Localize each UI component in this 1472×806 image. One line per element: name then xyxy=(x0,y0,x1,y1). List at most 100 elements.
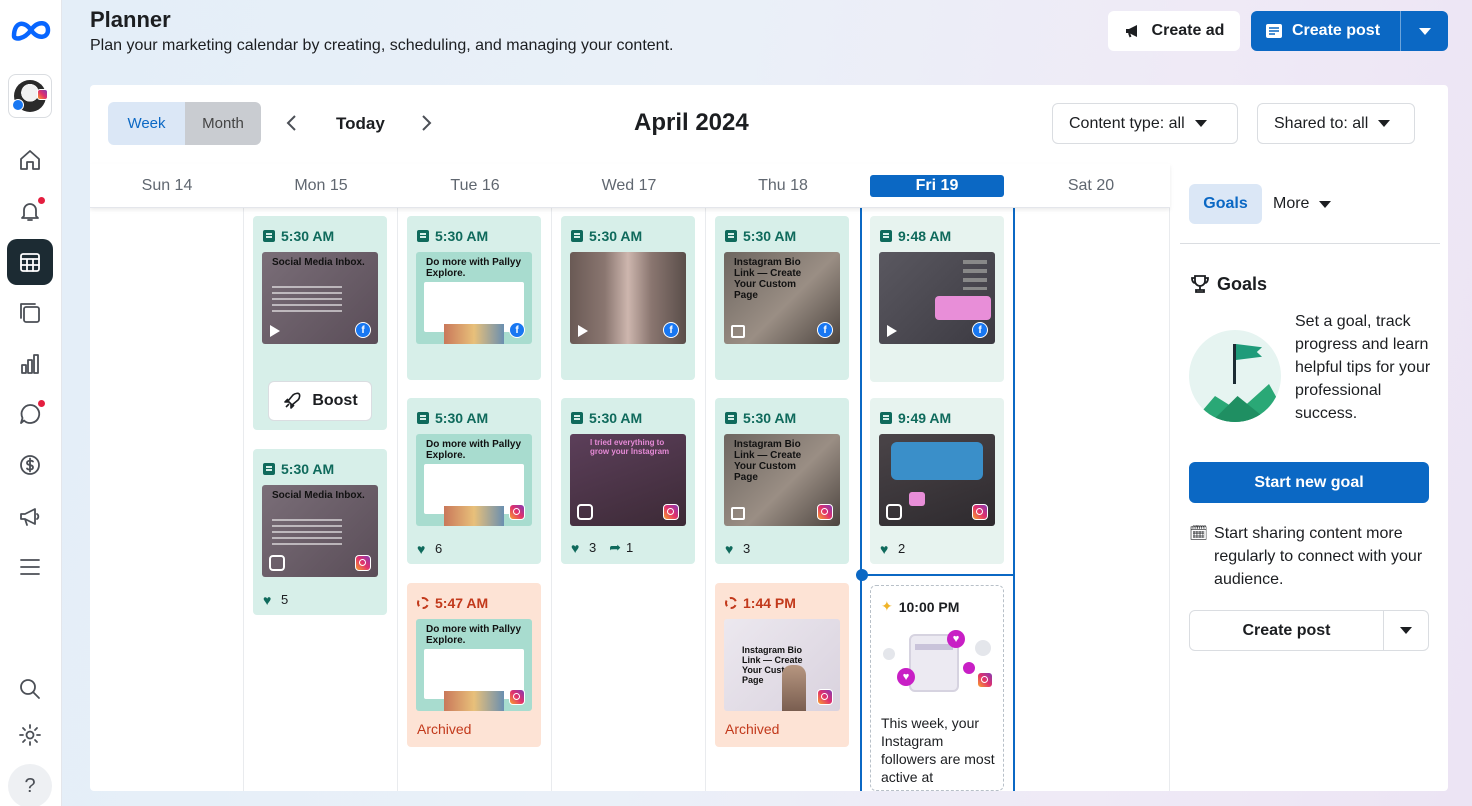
sidebar-create-post-button[interactable]: Create post xyxy=(1190,611,1384,650)
create-ad-button[interactable]: Create ad xyxy=(1108,11,1240,51)
day-header-mon[interactable]: Mon 15 xyxy=(244,164,398,208)
account-avatar[interactable] xyxy=(8,74,52,118)
like-count: 3 xyxy=(589,540,597,555)
post-time: 5:30 AM xyxy=(281,228,335,244)
planner-calendar-icon[interactable] xyxy=(7,239,53,285)
post-thumbnail: Do more with Pallyy Explore. f xyxy=(416,252,532,344)
previous-week-arrow-icon[interactable] xyxy=(280,111,304,135)
share-count: 1 xyxy=(625,540,634,555)
post-thumbnail: Social Media Inbox. xyxy=(262,485,378,577)
like-heart-icon: ♥ xyxy=(417,540,426,557)
like-count: 3 xyxy=(743,541,751,556)
post-time: 1:44 PM xyxy=(743,595,796,611)
reel-icon xyxy=(577,504,593,520)
insight-text: This week, your Instagram followers are … xyxy=(881,715,995,785)
create-post-dropdown-button[interactable] xyxy=(1401,11,1448,51)
day-header-fri-today[interactable]: Fri 19 xyxy=(860,164,1014,208)
shared-to-filter[interactable]: Shared to: all xyxy=(1257,103,1415,144)
like-count: 6 xyxy=(435,541,443,556)
post-card-thu-3-archived[interactable]: 1:44 PM Instagram Bio Link — Create Your… xyxy=(715,583,849,747)
boost-button[interactable]: Boost xyxy=(268,381,372,421)
post-thumbnail: Do more with Pallyy Explore. xyxy=(416,434,532,526)
post-icon xyxy=(417,412,429,424)
meta-logo[interactable] xyxy=(10,16,52,44)
ads-megaphone-icon[interactable] xyxy=(7,493,53,539)
month-title: April 2024 xyxy=(634,109,749,136)
day-header-thu[interactable]: Thu 18 xyxy=(706,164,860,208)
goals-tab[interactable]: Goals xyxy=(1189,184,1262,224)
instagram-icon xyxy=(509,504,525,520)
post-card-tue-3-archived[interactable]: 5:47 AM Do more with Pallyy Explore. Arc… xyxy=(407,583,541,747)
more-tab[interactable]: More xyxy=(1273,184,1332,224)
insights-icon[interactable] xyxy=(7,341,53,387)
day-header-wed[interactable]: Wed 17 xyxy=(552,164,706,208)
current-time-line xyxy=(860,574,1015,576)
next-week-arrow-icon[interactable] xyxy=(414,111,438,135)
create-post-button[interactable]: Create post xyxy=(1251,11,1401,51)
post-card-tue-1[interactable]: 5:30 AM Do more with Pallyy Explore. f xyxy=(407,216,541,380)
content-type-filter[interactable]: Content type: all xyxy=(1052,103,1238,144)
post-time: 9:49 AM xyxy=(898,410,952,426)
post-icon xyxy=(1266,24,1282,38)
content-library-icon[interactable] xyxy=(7,290,53,336)
start-new-goal-button[interactable]: Start new goal xyxy=(1189,462,1429,503)
calendar-tip-icon: 🗓 xyxy=(1189,525,1209,542)
facebook-icon: f xyxy=(972,322,988,338)
sidebar-create-post-dropdown[interactable] xyxy=(1384,611,1428,650)
today-button[interactable]: Today xyxy=(336,114,385,134)
inbox-dot xyxy=(38,400,45,407)
post-card-wed-1[interactable]: 5:30 AM f xyxy=(561,216,695,380)
view-toggle: Week Month xyxy=(108,102,261,145)
post-time: 5:30 AM xyxy=(435,410,489,426)
week-view-button[interactable]: Week xyxy=(108,102,185,145)
insight-card-fri[interactable]: ✦ 10:00 PM ♥ ♥ This week, your Instagram … xyxy=(870,585,1004,791)
page-subtitle: Plan your marketing calendar by creating… xyxy=(90,37,674,54)
inbox-icon[interactable] xyxy=(7,391,53,437)
thumbnail-title: Social Media Inbox. xyxy=(272,490,365,501)
post-card-fri-1[interactable]: 9:48 AM f xyxy=(870,216,1004,382)
help-icon[interactable]: ? xyxy=(8,764,52,806)
column-divider xyxy=(705,208,706,791)
post-time: 5:47 AM xyxy=(435,595,489,611)
thumbnail-person xyxy=(782,665,806,711)
create-post-split-button: Create post xyxy=(1251,11,1448,51)
day-header-tue[interactable]: Tue 16 xyxy=(398,164,552,208)
post-icon xyxy=(725,412,737,424)
post-card-thu-2[interactable]: 5:30 AM Instagram Bio Link — Create Your… xyxy=(715,398,849,564)
sparkle-icon: ✦ xyxy=(881,598,893,614)
instagram-icon xyxy=(817,689,833,705)
facebook-icon: f xyxy=(509,322,525,338)
notifications-icon[interactable] xyxy=(7,188,53,234)
post-card-fri-2[interactable]: 9:49 AM ♥ 2 xyxy=(870,398,1004,564)
post-card-thu-1[interactable]: 5:30 AM Instagram Bio Link — Create Your… xyxy=(715,216,849,380)
post-time: 5:30 AM xyxy=(589,228,643,244)
monetization-icon[interactable] xyxy=(7,442,53,488)
day-header-sun[interactable]: Sun 14 xyxy=(90,164,244,208)
thumbnail-photos xyxy=(444,324,504,344)
search-icon[interactable] xyxy=(7,666,53,712)
archived-status-icon xyxy=(725,597,737,609)
post-time: 5:30 AM xyxy=(743,410,797,426)
post-thumbnail xyxy=(879,434,995,526)
thumbnail-title: Do more with Pallyy Explore. xyxy=(426,624,522,646)
thumbnail-title: Instagram Bio Link — Create Your Custom … xyxy=(734,257,802,301)
post-card-mon-1[interactable]: 5:30 AM Social Media Inbox. f Boost xyxy=(253,216,387,430)
settings-gear-icon[interactable] xyxy=(7,712,53,758)
like-heart-icon: ♥ xyxy=(880,540,889,557)
day-header-sat[interactable]: Sat 20 xyxy=(1014,164,1168,208)
thumbnail-heart xyxy=(909,492,925,506)
post-card-mon-2[interactable]: 5:30 AM Social Media Inbox. ♥ 5 xyxy=(253,449,387,615)
day-header-row: Sun 14 Mon 15 Tue 16 Wed 17 Thu 18 Fri 1… xyxy=(90,164,1170,208)
post-time: 5:30 AM xyxy=(743,228,797,244)
post-icon xyxy=(880,412,892,424)
month-view-button[interactable]: Month xyxy=(185,102,261,145)
caret-down-icon xyxy=(1378,120,1391,127)
post-thumbnail: Instagram Bio Link — Create Your Custom … xyxy=(724,434,840,526)
post-card-tue-2[interactable]: 5:30 AM Do more with Pallyy Explore. ♥ 6 xyxy=(407,398,541,564)
share-arrow-icon: ➦ xyxy=(609,539,621,555)
home-icon[interactable] xyxy=(7,137,53,183)
post-card-wed-2[interactable]: 5:30 AM I tried everything to grow your … xyxy=(561,398,695,564)
post-time: 5:30 AM xyxy=(589,410,643,426)
trophy-icon xyxy=(1191,275,1209,293)
all-tools-menu-icon[interactable] xyxy=(7,544,53,590)
